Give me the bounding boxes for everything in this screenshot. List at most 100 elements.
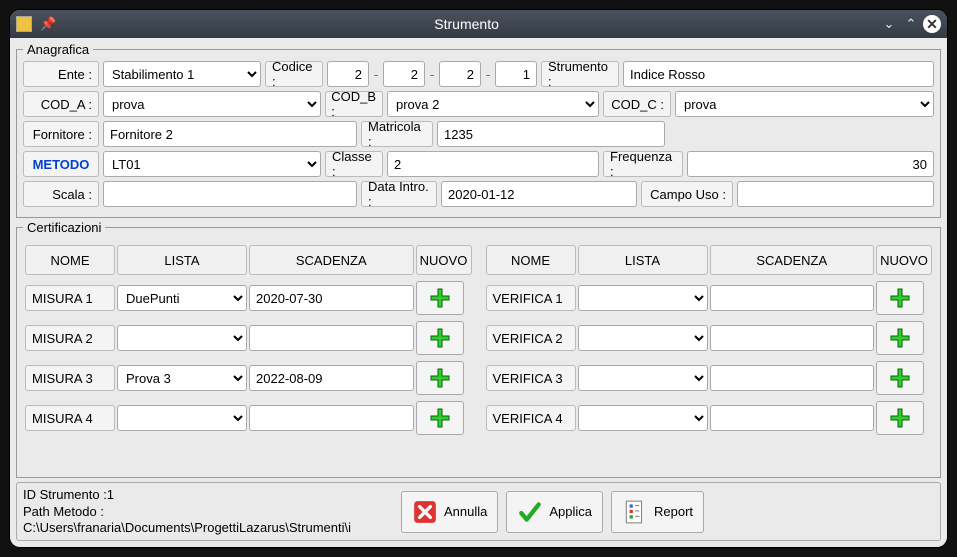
cert-lista-select[interactable]	[578, 285, 708, 311]
cert-nome: VERIFICA 3	[486, 365, 576, 391]
apply-icon	[517, 499, 543, 525]
cert-add-button[interactable]	[876, 321, 924, 355]
frequenza-input[interactable]	[687, 151, 934, 177]
ente-label: Ente :	[23, 61, 99, 87]
strumento-input[interactable]	[623, 61, 934, 87]
codb-label: COD_B :	[325, 91, 383, 117]
cert-lista-select[interactable]	[117, 325, 247, 351]
certificazioni-fieldset: Certificazioni NOMELISTASCADENZANUOVOMIS…	[16, 220, 941, 478]
codice-3[interactable]	[439, 61, 481, 87]
cert-nome: MISURA 2	[25, 325, 115, 351]
campouso-input[interactable]	[737, 181, 934, 207]
cert-add-button[interactable]	[416, 281, 464, 315]
th-lista: LISTA	[117, 245, 247, 275]
cert-scad-input[interactable]	[249, 285, 414, 311]
cert-scad-input[interactable]	[710, 405, 875, 431]
codice-2[interactable]	[383, 61, 425, 87]
th-scad: SCADENZA	[710, 245, 875, 275]
codc-label: COD_C :	[603, 91, 671, 117]
footer-info: ID Strumento :1 Path Metodo : C:\Users\f…	[23, 487, 393, 536]
th-nome: NOME	[25, 245, 115, 275]
applica-button[interactable]: Applica	[506, 491, 603, 533]
codb-select[interactable]: prova 2	[387, 91, 599, 117]
classe-input[interactable]	[387, 151, 599, 177]
codice-label: Codice :	[265, 61, 323, 87]
cert-lista-select[interactable]: Prova 3	[117, 365, 247, 391]
cancel-icon	[412, 499, 438, 525]
classe-label: Classe :	[325, 151, 383, 177]
fornitore-label: Fornitore :	[23, 121, 99, 147]
dataintro-input[interactable]	[441, 181, 637, 207]
cert-lista-select[interactable]	[117, 405, 247, 431]
close-button[interactable]: ✕	[923, 15, 941, 33]
titlebar: 📌 Strumento ⌄ ⌃ ✕	[10, 10, 947, 38]
cert-nome: VERIFICA 2	[486, 325, 576, 351]
cert-scad-input[interactable]	[710, 325, 875, 351]
maximize-button[interactable]: ⌃	[901, 14, 921, 34]
cert-add-button[interactable]	[416, 321, 464, 355]
cert-lista-select[interactable]	[578, 325, 708, 351]
th-nuovo: NUOVO	[416, 245, 472, 275]
ente-select[interactable]: Stabilimento 1	[103, 61, 261, 87]
cert-add-button[interactable]	[876, 281, 924, 315]
metodo-select[interactable]: LT01	[103, 151, 321, 177]
codice-4[interactable]	[495, 61, 537, 87]
path-metodo-label: Path Metodo :	[23, 504, 393, 520]
plus-icon	[428, 406, 452, 430]
cert-left: NOMELISTASCADENZANUOVOMISURA 1DuePuntiMI…	[23, 239, 474, 441]
report-button[interactable]: Report	[611, 491, 704, 533]
window-title: Strumento	[56, 16, 877, 32]
cert-lista-select[interactable]: DuePunti	[117, 285, 247, 311]
strumento-label: Strumento :	[541, 61, 619, 87]
codice-1[interactable]	[327, 61, 369, 87]
cert-nome: VERIFICA 4	[486, 405, 576, 431]
cert-nome: VERIFICA 1	[486, 285, 576, 311]
id-strumento: ID Strumento :1	[23, 487, 393, 503]
codc-select[interactable]: prova	[675, 91, 934, 117]
anagrafica-fieldset: Anagrafica Ente : Stabilimento 1 Codice …	[16, 42, 941, 218]
cert-nome: MISURA 4	[25, 405, 115, 431]
plus-icon	[888, 326, 912, 350]
report-icon	[622, 499, 648, 525]
cert-scad-input[interactable]	[710, 285, 875, 311]
certificazioni-legend: Certificazioni	[23, 220, 105, 235]
annulla-button[interactable]: Annulla	[401, 491, 498, 533]
cert-nome: MISURA 1	[25, 285, 115, 311]
cert-right: NOMELISTASCADENZANUOVOVERIFICA 1VERIFICA…	[484, 239, 935, 441]
cert-scad-input[interactable]	[249, 405, 414, 431]
plus-icon	[888, 366, 912, 390]
path-metodo-value: C:\Users\franaria\Documents\ProgettiLaza…	[23, 520, 393, 536]
dataintro-label: Data Intro. :	[361, 181, 437, 207]
fornitore-input[interactable]	[103, 121, 357, 147]
cert-add-button[interactable]	[416, 401, 464, 435]
th-nuovo: NUOVO	[876, 245, 932, 275]
plus-icon	[428, 326, 452, 350]
cert-lista-select[interactable]	[578, 405, 708, 431]
cert-scad-input[interactable]	[710, 365, 875, 391]
matricola-input[interactable]	[437, 121, 665, 147]
scala-input[interactable]	[103, 181, 357, 207]
cert-scad-input[interactable]	[249, 365, 414, 391]
coda-label: COD_A :	[23, 91, 99, 117]
cert-lista-select[interactable]	[578, 365, 708, 391]
anagrafica-legend: Anagrafica	[23, 42, 93, 57]
app-icon	[16, 16, 32, 32]
plus-icon	[888, 286, 912, 310]
minimize-button[interactable]: ⌄	[879, 14, 899, 34]
cert-add-button[interactable]	[876, 361, 924, 395]
plus-icon	[428, 366, 452, 390]
scala-label: Scala :	[23, 181, 99, 207]
cert-nome: MISURA 3	[25, 365, 115, 391]
footer: ID Strumento :1 Path Metodo : C:\Users\f…	[16, 482, 941, 541]
cert-scad-input[interactable]	[249, 325, 414, 351]
plus-icon	[888, 406, 912, 430]
cert-add-button[interactable]	[416, 361, 464, 395]
frequenza-label: Frequenza :	[603, 151, 683, 177]
pin-icon[interactable]: 📌	[40, 16, 56, 32]
th-lista: LISTA	[578, 245, 708, 275]
campouso-label: Campo Uso :	[641, 181, 733, 207]
plus-icon	[428, 286, 452, 310]
metodo-button[interactable]: METODO	[23, 151, 99, 177]
coda-select[interactable]: prova	[103, 91, 321, 117]
cert-add-button[interactable]	[876, 401, 924, 435]
